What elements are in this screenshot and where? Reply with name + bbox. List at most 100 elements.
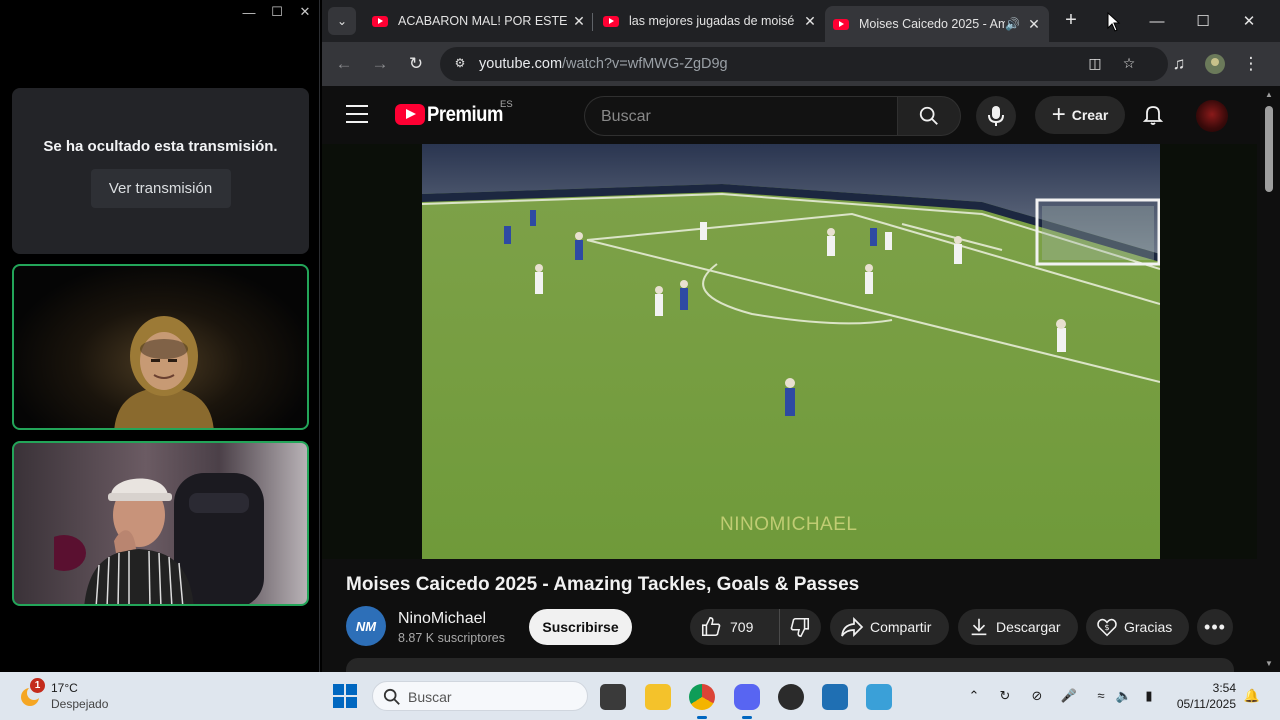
discord-window-controls: — ☐ ✕ — [235, 0, 319, 24]
battery-icon[interactable]: ▮ — [1140, 687, 1158, 705]
weather-notification-badge: 1 — [30, 678, 45, 693]
video-watermark: NINOMICHAEL — [720, 514, 858, 535]
webcam-tile-1[interactable] — [12, 264, 309, 430]
thumbs-down-icon — [790, 617, 810, 637]
discord-stream-window: — ☐ ✕ Se ha ocultado esta transmisión. V… — [0, 0, 320, 672]
address-bar[interactable]: ⚙ youtube.com/watch?v=wfMWG-ZgD9g ◫ ☆ — [440, 47, 1168, 81]
speaker-icon[interactable]: 🔊 — [1005, 17, 1025, 31]
wifi-icon[interactable]: ≈ — [1092, 687, 1110, 705]
sync-icon[interactable]: ↻ — [996, 687, 1014, 705]
scrollbar-thumb[interactable] — [1265, 106, 1273, 192]
reload-icon[interactable]: ↻ — [404, 52, 428, 76]
tab-3-active[interactable]: Moises Caicedo 2025 - Am 🔊 ✕ — [825, 6, 1049, 42]
task-view-icon[interactable] — [600, 684, 626, 710]
share-icon — [841, 616, 864, 638]
show-hidden-icons-chevron-icon[interactable]: ⌃ — [965, 687, 983, 705]
video-player[interactable]: NINOMICHAEL — [322, 144, 1257, 559]
video-frame[interactable]: NINOMICHAEL — [422, 144, 1160, 559]
site-settings-icon[interactable]: ⚙ — [452, 56, 468, 72]
app-icon-blue-window[interactable] — [822, 684, 848, 710]
maximize-icon[interactable]: ☐ — [263, 0, 291, 24]
youtube-header: Premium ES Buscar + Crear — [322, 86, 1257, 144]
page-scrollbar[interactable]: ▲ ▼ — [1257, 86, 1280, 672]
chrome-menu-icon[interactable]: ⋮ — [1239, 52, 1263, 76]
minimize-icon[interactable]: — — [235, 0, 263, 24]
app-icon-red-badge[interactable] — [778, 684, 804, 710]
download-icon — [971, 618, 987, 636]
system-clock[interactable]: 3:54 05/11/2025 — [1168, 680, 1236, 712]
create-button[interactable]: + Crear — [1035, 96, 1125, 134]
window-maximize-icon[interactable]: ☐ — [1180, 0, 1226, 42]
dislike-button[interactable] — [780, 616, 820, 638]
like-button[interactable]: 709 — [690, 609, 780, 645]
windows-taskbar: 1 17°C Despejado Buscar ⌃ ↻ ⊘ 🎤 ≈ 🔈 ▮ 3:… — [0, 672, 1280, 720]
browser-toolbar: ← → ↻ ⚙ youtube.com/watch?v=wfMWG-ZgD9g … — [322, 42, 1280, 86]
file-explorer-icon[interactable] — [645, 684, 671, 710]
watch-stream-button[interactable]: Ver transmisión — [90, 169, 231, 208]
install-app-icon[interactable]: ◫ — [1086, 55, 1104, 73]
notifications-bell-icon[interactable] — [1141, 102, 1165, 126]
close-icon[interactable]: ✕ — [291, 0, 319, 24]
youtube-favicon-icon — [603, 15, 619, 27]
webcam-tile-2[interactable] — [12, 441, 309, 606]
scroll-down-icon[interactable]: ▼ — [1264, 659, 1274, 668]
more-actions-icon[interactable]: ••• — [1197, 609, 1233, 645]
search-placeholder: Buscar — [601, 108, 651, 125]
search-icon — [919, 106, 938, 125]
hidden-stream-card: Se ha ocultado esta transmisión. Ver tra… — [12, 88, 309, 254]
back-icon[interactable]: ← — [332, 52, 356, 76]
tab-1[interactable]: ACABARON MAL! POR ESTE M ✕ — [366, 6, 588, 36]
description-box[interactable] — [346, 658, 1234, 672]
chevron-down-icon: ⌄ — [336, 14, 348, 28]
search-icon — [383, 688, 400, 705]
bookmark-star-icon[interactable]: ☆ — [1120, 55, 1138, 73]
like-dislike-group: 709 — [690, 609, 821, 645]
weather-condition[interactable]: Despejado — [51, 697, 108, 711]
window-close-icon[interactable]: ✕ — [1226, 0, 1272, 42]
muted-device-icon[interactable]: ⊘ — [1028, 687, 1046, 705]
chrome-app-icon[interactable] — [689, 684, 715, 719]
url-text[interactable]: youtube.com/watch?v=wfMWG-ZgD9g — [479, 56, 728, 72]
webcam-person-1 — [114, 316, 214, 428]
youtube-logo-icon[interactable] — [395, 104, 425, 125]
voice-search-button[interactable] — [976, 96, 1016, 136]
channel-avatar[interactable]: NM — [346, 606, 386, 646]
volume-icon[interactable]: 🔈 — [1115, 687, 1133, 705]
subscriber-count: 8.87 K suscriptores — [398, 631, 505, 645]
youtube-brand[interactable]: Premium — [427, 103, 503, 127]
region-code: ES — [500, 99, 513, 110]
discord-app-icon[interactable] — [734, 684, 760, 719]
taskbar-search-input[interactable]: Buscar — [372, 681, 588, 711]
start-windows-icon[interactable] — [333, 684, 357, 708]
tab-search-button[interactable]: ⌄ — [328, 7, 356, 35]
user-avatar[interactable] — [1196, 100, 1228, 132]
tab-2[interactable]: las mejores jugadas de moisé ✕ — [597, 6, 819, 36]
tab-strip: ⌄ ACABARON MAL! POR ESTE M ✕ las mejores… — [322, 0, 1280, 42]
subscribe-button[interactable]: Suscribirse — [529, 609, 632, 645]
search-input[interactable]: Buscar — [584, 96, 897, 136]
notifications-bell-icon[interactable]: 🔔 — [1243, 687, 1261, 705]
new-tab-button[interactable]: + — [1060, 10, 1082, 32]
tab-close-icon[interactable]: ✕ — [570, 13, 588, 30]
youtube-favicon-icon — [833, 18, 849, 30]
temperature[interactable]: 17°C — [51, 681, 78, 695]
scroll-up-icon[interactable]: ▲ — [1264, 90, 1274, 99]
chrome-window: ⌄ ACABARON MAL! POR ESTE M ✕ las mejores… — [322, 0, 1280, 672]
youtube-favicon-icon — [372, 15, 388, 27]
microphone-icon[interactable]: 🎤 — [1060, 687, 1078, 705]
search-button[interactable] — [897, 96, 961, 136]
thanks-button[interactable]: $ Gracias — [1086, 609, 1189, 645]
profile-avatar-icon[interactable] — [1203, 52, 1227, 76]
download-button[interactable]: Descargar — [958, 609, 1078, 645]
thumbs-up-icon — [701, 617, 721, 637]
tab-close-icon[interactable]: ✕ — [801, 13, 819, 30]
share-button[interactable]: Compartir — [830, 609, 949, 645]
window-minimize-icon[interactable]: — — [1134, 0, 1180, 42]
channel-name[interactable]: NinoMichael — [398, 610, 486, 628]
media-controls-icon[interactable]: ♫ — [1167, 52, 1191, 76]
tab-close-icon[interactable]: ✕ — [1025, 16, 1043, 33]
tab-title: las mejores jugadas de moisé — [629, 14, 795, 28]
app-icon-light-blue[interactable] — [866, 684, 892, 710]
menu-icon[interactable] — [346, 105, 368, 123]
forward-icon[interactable]: → — [368, 52, 392, 76]
